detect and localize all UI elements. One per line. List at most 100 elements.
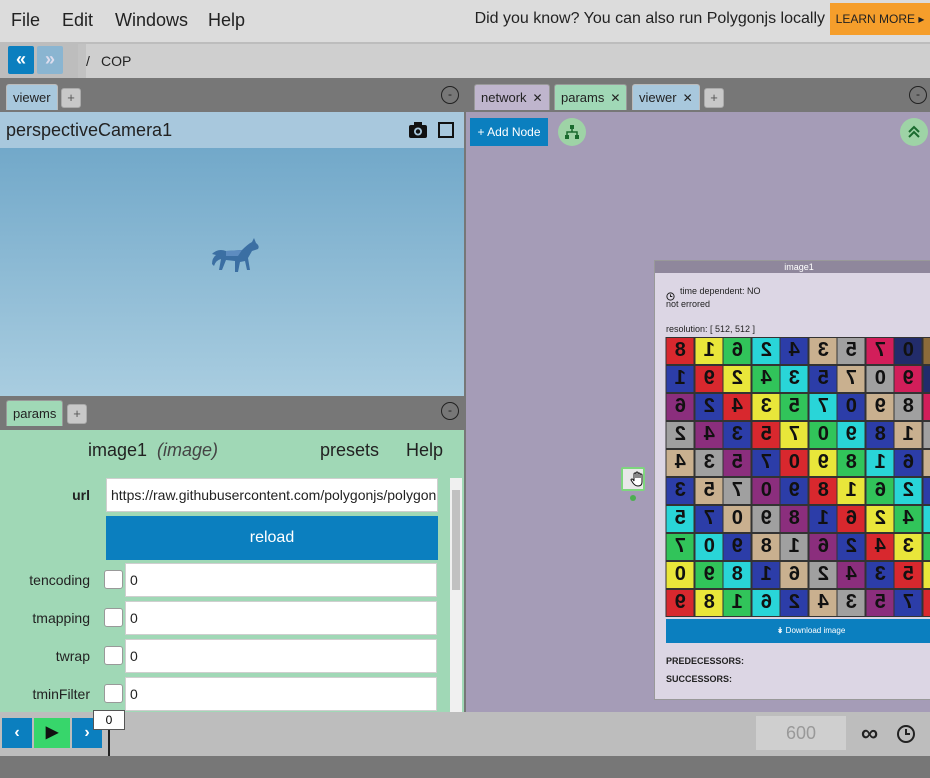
url-label: url [72,487,90,503]
menu-file[interactable]: File [11,10,40,31]
tmapping-checkbox[interactable] [104,608,123,627]
scrollbar-thumb[interactable] [452,490,460,590]
texture-cell: 1 [894,421,923,449]
presets-button[interactable]: presets [320,440,379,461]
texture-cell: 1 [666,365,695,393]
texture-preview: 8162435709192435709662435709862435709812… [666,337,930,617]
texture-cell: 0 [694,533,723,561]
twrap-field[interactable]: 0 [125,639,437,673]
tab-network[interactable]: network ✕ [474,84,550,110]
collapse-panel-button[interactable]: - [441,402,459,420]
twrap-checkbox[interactable] [104,646,123,665]
texture-cell: 2 [922,421,930,449]
texture-cell: 9 [780,477,809,505]
close-icon[interactable]: ✕ [683,91,693,105]
download-image-label: Download image [785,626,846,635]
texture-cell: 7 [666,533,695,561]
texture-cell: 3 [780,365,809,393]
resolution-text: resolution: [ 512, 512 ] [666,324,756,334]
texture-cell: 9 [922,589,930,617]
fullscreen-icon[interactable] [438,122,454,143]
tencoding-checkbox[interactable] [104,570,123,589]
texture-cell: 8 [751,533,780,561]
texture-cell: 5 [894,561,923,589]
reload-button[interactable]: reload [106,516,438,560]
tminfilter-field[interactable]: 0 [125,677,437,711]
end-frame-field[interactable]: 600 [756,716,846,750]
texture-cell: 4 [666,449,695,477]
params-scrollbar[interactable] [450,478,462,712]
texture-cell: 3 [751,393,780,421]
menu-windows[interactable]: Windows [115,10,188,31]
texture-cell: 4 [780,337,809,365]
loop-icon[interactable]: ∞ [861,720,878,748]
texture-cell: 7 [837,365,866,393]
texture-cell: 6 [780,561,809,589]
url-field[interactable]: https://raw.githubusercontent.com/polygo… [106,478,438,512]
texture-cell: 2 [723,365,752,393]
network-tabbar: network ✕ params ✕ viewer ✕ + - [466,80,930,114]
network-tree-icon[interactable] [558,118,586,146]
menu-edit[interactable]: Edit [62,10,93,31]
status-strip [0,756,930,778]
texture-cell: 4 [922,449,930,477]
add-tab-button[interactable]: + [67,404,87,424]
node-output-dot[interactable] [630,495,636,501]
tab-viewer[interactable]: viewer ✕ [632,84,700,110]
wolf-model [208,236,260,283]
close-icon[interactable]: ✕ [610,91,620,105]
tmapping-label: tmapping [32,610,90,626]
texture-cell: 6 [865,477,894,505]
add-node-button[interactable]: + Add Node [470,118,548,146]
camera-icon[interactable] [408,121,428,144]
tab-viewer-label: viewer [639,90,677,105]
texture-cell: 7 [723,477,752,505]
texture-cell: 5 [837,337,866,365]
camera-name[interactable]: perspectiveCamera1 [6,120,172,141]
texture-cell: 7 [865,337,894,365]
tmapping-field[interactable]: 0 [125,601,437,635]
texture-cell: 2 [894,477,923,505]
node-type: (image) [157,440,219,460]
texture-cell: 9 [694,365,723,393]
tencoding-field[interactable]: 0 [125,563,437,597]
collapse-panel-button[interactable]: - [441,86,459,104]
add-tab-button[interactable]: + [704,88,724,108]
back-button[interactable]: « [8,46,34,74]
texture-cell: 6 [837,505,866,533]
collapse-panel-button[interactable]: - [909,86,927,104]
texture-cell: 5 [808,365,837,393]
texture-cell: 3 [723,421,752,449]
help-button[interactable]: Help [406,440,443,461]
tminfilter-label: tminFilter [32,686,90,702]
texture-cell: 8 [865,421,894,449]
add-tab-button[interactable]: + [61,88,81,108]
prev-frame-button[interactable]: ‹ [2,718,32,748]
network-editor[interactable]: + Add Node image1 time dependent: NO not… [466,112,930,712]
texture-cell: 5 [694,477,723,505]
viewer-tabbar: viewer + - [0,80,464,114]
forward-button[interactable]: » [37,46,63,74]
image-node[interactable] [621,467,645,491]
texture-cell: 8 [837,449,866,477]
texture-cell: 7 [751,449,780,477]
learn-more-button[interactable]: LEARN MORE ▸ [830,3,930,35]
tab-params[interactable]: params ✕ [554,84,628,110]
menu-help[interactable]: Help [208,10,245,31]
tab-params[interactable]: params [6,400,64,426]
texture-cell: 4 [694,421,723,449]
path-field[interactable]: / COP [78,44,930,78]
play-button[interactable]: ▶ [34,718,70,748]
timeline-track[interactable] [108,712,752,756]
tab-viewer[interactable]: viewer [6,84,58,110]
tminfilter-checkbox[interactable] [104,684,123,703]
clock-icon[interactable] [896,724,916,749]
path-current[interactable]: COP [101,53,131,69]
close-icon[interactable]: ✕ [533,91,543,105]
chevron-up-icon[interactable] [900,118,928,146]
current-frame-marker[interactable]: 0 [93,710,125,730]
download-image-button[interactable]: ↡ Download image [666,619,930,643]
node-name: image1 [88,440,148,460]
viewer-panel[interactable]: perspectiveCamera1 [0,112,464,396]
tencoding-label: tencoding [29,572,90,588]
